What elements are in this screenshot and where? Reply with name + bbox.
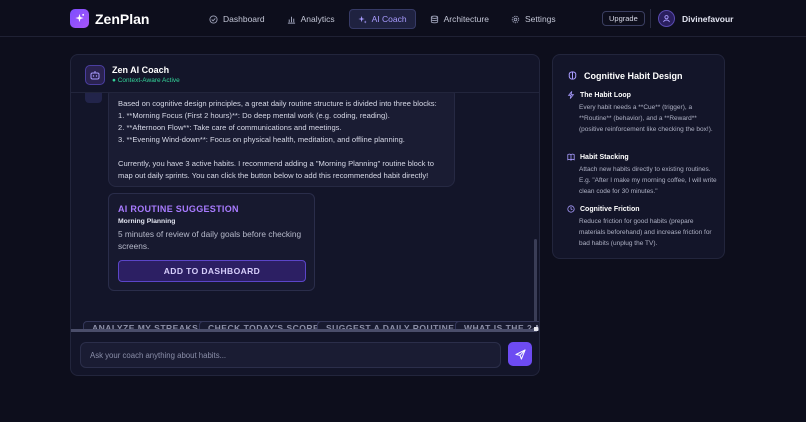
clock-icon bbox=[567, 205, 575, 213]
tip-title: Habit Stacking bbox=[580, 153, 629, 161]
username: Divinefavour bbox=[682, 13, 734, 24]
sparkles-icon bbox=[70, 9, 89, 28]
routine-suggestion-card: AI ROUTINE SUGGESTION Morning Planning 5… bbox=[108, 193, 315, 291]
suggestion-name: Morning Planning bbox=[118, 218, 176, 225]
suggestion-description: 5 minutes of review of daily goals befor… bbox=[118, 229, 302, 251]
habit-tip: Cognitive Friction Reduce friction for g… bbox=[567, 205, 717, 249]
top-nav: ZenPlan Dashboard Analytics AI Coach Arc… bbox=[0, 0, 806, 37]
nav-item-label: AI Coach bbox=[371, 14, 407, 24]
nav-item-label: Settings bbox=[524, 14, 556, 24]
sparkles-icon bbox=[358, 15, 367, 24]
nav-item-analytics[interactable]: Analytics bbox=[279, 9, 343, 29]
scroll-corner bbox=[534, 327, 538, 331]
tip-title: Cognitive Friction bbox=[580, 205, 640, 213]
chat-title: Zen AI Coach bbox=[112, 65, 170, 75]
nav-item-settings[interactable]: Settings bbox=[503, 9, 564, 29]
quick-prompts-scrollbar[interactable] bbox=[71, 329, 537, 332]
bar-chart-icon bbox=[287, 16, 295, 24]
book-icon bbox=[567, 153, 575, 161]
message-line: 2. **Afternoon Flow**: Take care of comm… bbox=[118, 123, 342, 132]
database-icon bbox=[430, 15, 438, 23]
message-line: 1. **Morning Focus (First 2 hours)**: Do… bbox=[118, 111, 390, 120]
nav-item-dashboard[interactable]: Dashboard bbox=[201, 9, 273, 29]
logo[interactable]: ZenPlan bbox=[70, 9, 149, 28]
assistant-avatar bbox=[85, 93, 102, 103]
nav-item-architecture[interactable]: Architecture bbox=[422, 9, 497, 29]
user-avatar-icon bbox=[658, 10, 675, 27]
check-circle-icon bbox=[209, 14, 218, 24]
side-header: Cognitive Habit Design bbox=[567, 70, 683, 81]
message-line: Currently, you have 3 active habits. I r… bbox=[118, 159, 434, 168]
message-line: Based on cognitive design principles, a … bbox=[118, 99, 437, 108]
lightning-icon bbox=[567, 91, 575, 99]
brain-icon bbox=[568, 71, 577, 80]
bot-icon bbox=[85, 65, 105, 85]
send-button[interactable] bbox=[508, 342, 532, 366]
tip-body: Reduce friction for good habits (prepare… bbox=[579, 218, 712, 247]
message-scrollbar[interactable] bbox=[534, 239, 537, 327]
nav-item-label: Dashboard bbox=[223, 14, 265, 24]
suggestion-title: AI ROUTINE SUGGESTION bbox=[118, 204, 239, 214]
tip-body: Every habit needs a **Cue** (trigger), a… bbox=[579, 104, 713, 133]
app-name: ZenPlan bbox=[95, 10, 150, 27]
message-list[interactable]: Based on cognitive design principles, a … bbox=[71, 93, 539, 327]
nav-item-ai-coach[interactable]: AI Coach bbox=[348, 9, 416, 29]
chat-status: ● Context-Aware Active bbox=[112, 77, 180, 84]
user-menu[interactable]: Divinefavour bbox=[658, 10, 734, 27]
message-line: map out daily sprints. You can click the… bbox=[118, 171, 429, 180]
tip-body: Attach new habits directly to existing r… bbox=[579, 166, 717, 195]
habit-tip: The Habit Loop Every habit needs a **Cue… bbox=[567, 91, 717, 135]
chat-panel: Zen AI Coach ● Context-Aware Active Base… bbox=[70, 54, 540, 376]
tip-title: The Habit Loop bbox=[580, 91, 631, 99]
nav-item-label: Analytics bbox=[300, 14, 335, 24]
chat-status-text: Context-Aware Active bbox=[117, 77, 180, 84]
nav-links: Dashboard Analytics AI Coach Architectur… bbox=[201, 9, 564, 29]
nav-divider bbox=[650, 9, 651, 28]
scrollbar-thumb[interactable] bbox=[71, 329, 537, 332]
message-line: 3. **Evening Wind-down**: Focus on physi… bbox=[118, 135, 405, 144]
nav-item-label: Architecture bbox=[443, 14, 489, 24]
assistant-message: Based on cognitive design principles, a … bbox=[108, 93, 455, 187]
upgrade-button[interactable]: Upgrade bbox=[602, 11, 645, 26]
add-to-dashboard-button[interactable]: ADD TO DASHBOARD bbox=[118, 260, 306, 282]
habit-tip: Habit Stacking Attach new habits directl… bbox=[567, 153, 717, 197]
gear-icon bbox=[511, 15, 520, 23]
side-title: Cognitive Habit Design bbox=[584, 70, 683, 81]
habit-design-panel: Cognitive Habit Design The Habit Loop Ev… bbox=[552, 54, 725, 259]
chat-input[interactable]: Ask your coach anything about habits... bbox=[80, 342, 501, 368]
chat-header: Zen AI Coach ● Context-Aware Active bbox=[71, 55, 539, 93]
send-icon bbox=[514, 348, 526, 360]
